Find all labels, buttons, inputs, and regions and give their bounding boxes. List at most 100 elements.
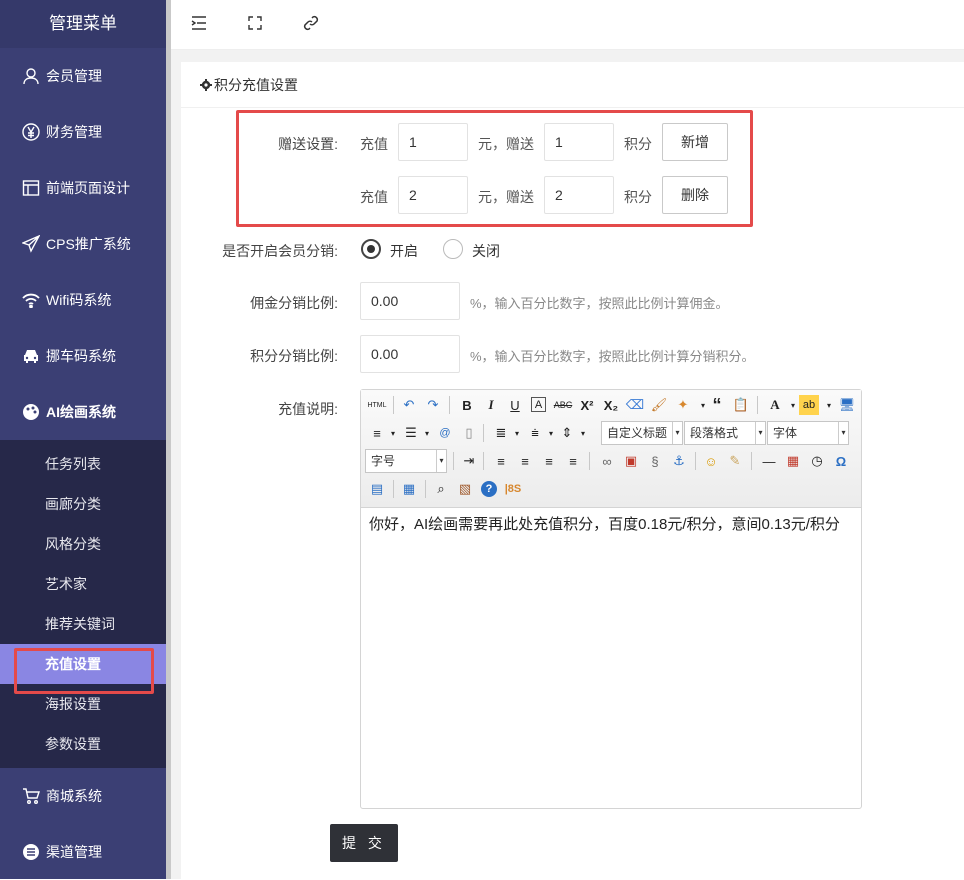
card-header: 积分充值设置	[181, 62, 964, 108]
radio-enable[interactable]	[361, 239, 381, 259]
chevron-down-icon: ▾	[755, 422, 765, 444]
chevron-down-icon[interactable]: ▾	[507, 423, 527, 443]
sidebar-item-wifi[interactable]: Wifi码系统	[0, 272, 166, 328]
submenu-item-param-settings[interactable]: 参数设置	[0, 724, 166, 764]
fullscreen-icon	[248, 16, 262, 33]
sidebar-item-cps[interactable]: CPS推广系统	[0, 216, 166, 272]
sidebar-item-mall[interactable]: 商城系统	[0, 768, 166, 824]
html-source-button[interactable]: HTML	[365, 395, 389, 415]
page-icon[interactable]: ▯	[459, 423, 479, 443]
paste-text-icon[interactable]: 📋	[731, 395, 751, 415]
align-left-icon[interactable]: ≡	[491, 451, 511, 471]
toolbar-separator	[425, 480, 426, 498]
submenu-item-artist[interactable]: 艺术家	[0, 564, 166, 604]
auto-format-icon[interactable]: ✦	[673, 395, 693, 415]
submit-button[interactable]: 提 交	[330, 824, 398, 862]
link-button[interactable]	[283, 0, 339, 50]
chevron-down-icon[interactable]: ▾	[417, 423, 437, 443]
points-ratio-input[interactable]: 0.00	[360, 335, 460, 373]
horizontal-rule-icon[interactable]: —	[759, 451, 779, 471]
quote-text-icon[interactable]: @	[435, 423, 455, 443]
unlink-icon[interactable]: §	[645, 451, 665, 471]
radio-disable[interactable]	[443, 239, 463, 259]
sidebar-title: 管理菜单	[0, 0, 166, 48]
italic-icon[interactable]: I	[481, 395, 501, 415]
image-icon[interactable]: ▣	[621, 451, 641, 471]
submenu-item-keywords[interactable]: 推荐关键词	[0, 604, 166, 644]
sidebar-item-frontend-design[interactable]: 前端页面设计	[0, 160, 166, 216]
sidebar-item-members[interactable]: 会员管理	[0, 48, 166, 104]
top-bar	[171, 0, 964, 50]
chevron-down-icon[interactable]: ▾	[383, 423, 403, 443]
commission-ratio-input[interactable]: 0.00	[360, 282, 460, 320]
card-title: 积分充值设置	[214, 77, 298, 93]
car-icon	[20, 345, 42, 367]
sidebar-item-label: 商城系统	[46, 786, 102, 806]
help-icon[interactable]: ?	[481, 481, 497, 497]
font-family-value: 字体	[773, 426, 797, 440]
font-color-icon[interactable]: A	[765, 395, 785, 415]
fullscreen-button[interactable]	[227, 0, 283, 50]
sidebar-item-ai-painting[interactable]: AI绘画系统	[0, 384, 166, 440]
toggle-menu-button[interactable]	[171, 0, 227, 50]
font-border-icon[interactable]: A	[531, 397, 546, 412]
chevron-down-icon: ▾	[672, 422, 682, 444]
editor-content[interactable]: 你好，AI绘画需要再此处充值积分，百度0.18元/积分，意间0.13元/积分	[361, 508, 861, 542]
format-painter-icon[interactable]: 🖌	[649, 395, 669, 415]
font-family-select[interactable]: 字体▾	[767, 421, 849, 445]
superscript-icon[interactable]: X²	[577, 395, 597, 415]
sidebar-item-label: Wifi码系统	[46, 290, 111, 310]
custom-title-select[interactable]: 自定义标题▾	[601, 421, 683, 445]
blockquote-icon[interactable]: “	[707, 395, 727, 415]
search-replace-icon[interactable]: ⌕	[431, 479, 451, 499]
toolbar-separator	[757, 396, 758, 414]
template-icon[interactable]: ▧	[455, 479, 475, 499]
palette-icon	[20, 401, 42, 423]
chevron-down-icon[interactable]: ▾	[819, 395, 839, 415]
wifi-icon	[20, 289, 42, 311]
indent-icon[interactable]: ⇥	[459, 451, 479, 471]
sidebar-item-label: CPS推广系统	[46, 234, 131, 254]
submenu-item-task-list[interactable]: 任务列表	[0, 444, 166, 484]
insert-frame-icon[interactable]: ▤	[367, 479, 387, 499]
link-icon	[303, 15, 319, 34]
submenu-item-gallery-category[interactable]: 画廊分类	[0, 484, 166, 524]
table-icon[interactable]: ▦	[399, 479, 419, 499]
date-icon[interactable]: ▦	[783, 451, 803, 471]
toolbar-separator	[453, 452, 454, 470]
underline-icon[interactable]: U	[505, 395, 525, 415]
bold-icon[interactable]: B	[457, 395, 477, 415]
sidebar-item-finance[interactable]: 财务管理	[0, 104, 166, 160]
submenu-item-style-category[interactable]: 风格分类	[0, 524, 166, 564]
undo-icon[interactable]: ↶	[399, 395, 419, 415]
align-center-icon[interactable]: ≡	[515, 451, 535, 471]
link-icon[interactable]: ∞	[597, 451, 617, 471]
align-right-icon[interactable]: ≡	[539, 451, 559, 471]
time-icon[interactable]: ◷	[807, 451, 827, 471]
spellcheck-icon[interactable]: |8S	[503, 479, 523, 499]
chevron-down-icon[interactable]: ▾	[573, 423, 593, 443]
sidebar-item-channels[interactable]: 渠道管理	[0, 824, 166, 880]
subscript-icon[interactable]: X₂	[601, 395, 621, 415]
highlight-color-icon[interactable]: ab	[799, 395, 819, 415]
sidebar-item-label: 渠道管理	[46, 842, 102, 862]
special-chars-icon[interactable]: Ω	[831, 451, 851, 471]
anchor-icon[interactable]: ⚓	[669, 451, 689, 471]
font-size-select[interactable]: 字号▾	[365, 449, 447, 473]
redo-icon[interactable]: ↷	[423, 395, 443, 415]
align-justify-icon[interactable]: ≡	[563, 451, 583, 471]
radio-enable-label: 开启	[390, 241, 418, 261]
paragraph-format-select[interactable]: 段落格式▾	[684, 421, 766, 445]
gear-icon	[200, 63, 212, 109]
sidebar-item-car-code[interactable]: 挪车码系统	[0, 328, 166, 384]
editor-toolbar: HTML ↶ ↷ B I U A ABC X² X₂ ⌫ 🖌 ✦ ▾ “ 📋 A…	[361, 390, 861, 508]
points-ratio-hint: %，输入百分比数字，按照此比例计算分销积分。	[470, 346, 755, 365]
emoji-icon[interactable]: ☺	[701, 451, 721, 471]
strikethrough-icon[interactable]: ABC	[553, 395, 573, 415]
scrawl-icon[interactable]: ✎	[725, 451, 745, 471]
font-size-value: 字号	[371, 454, 395, 468]
eraser-icon[interactable]: ⌫	[625, 395, 645, 415]
toolbar-separator	[483, 452, 484, 470]
preview-icon[interactable]: 🖥	[837, 395, 857, 415]
points-ratio-label: 积分分销比例:	[210, 346, 338, 366]
